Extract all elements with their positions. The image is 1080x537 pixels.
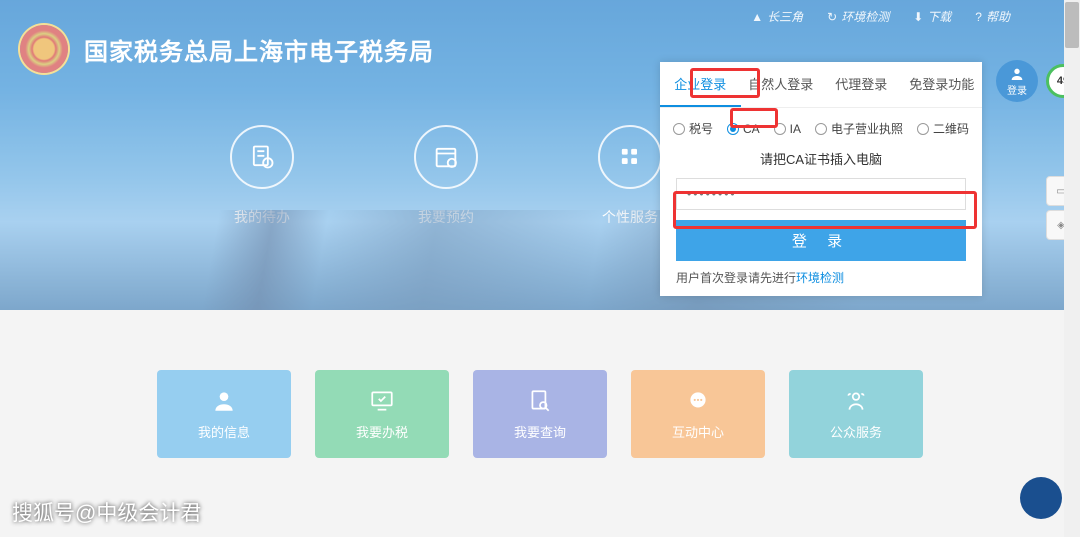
first-login-tip: 用户首次登录请先进行环境检测 [660, 261, 982, 286]
card-myinfo[interactable]: 我的信息 [157, 370, 291, 458]
top-links: ▲ 长三角 ↻ 环境检测 ⬇ 下载 ? 帮助 [751, 8, 1010, 25]
radio-ca[interactable]: CA [727, 120, 760, 137]
user-icon [1009, 66, 1025, 82]
env-check-link[interactable]: 环境检测 [796, 271, 844, 285]
chat-bubble-icon[interactable] [1020, 477, 1062, 519]
calendar-icon [432, 143, 460, 171]
login-panel: 企业登录 自然人登录 代理登录 免登录功能 税号 CA IA 电子营业执照 二维… [660, 62, 982, 296]
monitor-icon [369, 388, 395, 414]
card-interact[interactable]: 互动中心 [631, 370, 765, 458]
link-env[interactable]: ↻ 环境检测 [827, 8, 889, 25]
link-help[interactable]: ? 帮助 [975, 8, 1010, 25]
doc-search-icon [527, 388, 553, 414]
radio-ia[interactable]: IA [774, 120, 801, 137]
password-input[interactable] [676, 178, 966, 210]
user-login-badge[interactable]: 登录 [996, 60, 1038, 102]
grid-icon [616, 143, 644, 171]
ca-hint: 请把CA证书插入电脑 [660, 145, 982, 178]
link-csj[interactable]: ▲ 长三角 [751, 8, 803, 25]
card-dotax[interactable]: 我要办税 [315, 370, 449, 458]
service-icon [843, 388, 869, 414]
scroll-thumb[interactable] [1065, 2, 1079, 48]
tab-enterprise[interactable]: 企业登录 [660, 62, 741, 107]
tab-nologin[interactable]: 免登录功能 [902, 62, 983, 107]
watermark: 搜狐号@中级会计君 [12, 497, 201, 527]
person-icon [211, 388, 237, 414]
radio-elicense[interactable]: 电子营业执照 [815, 120, 903, 137]
card-query[interactable]: 我要查询 [473, 370, 607, 458]
login-method-radios: 税号 CA IA 电子营业执照 二维码 [660, 108, 982, 145]
login-button[interactable]: 登 录 [676, 220, 966, 261]
todo-icon [248, 143, 276, 171]
radio-taxid[interactable]: 税号 [673, 120, 713, 137]
radio-qr[interactable]: 二维码 [917, 120, 969, 137]
chat-icon [685, 388, 711, 414]
tab-person[interactable]: 自然人登录 [741, 62, 822, 107]
site-title: 国家税务总局上海市电子税务局 [84, 32, 434, 67]
login-tabs: 企业登录 自然人登录 代理登录 免登录功能 [660, 62, 982, 108]
scrollbar[interactable] [1064, 0, 1080, 537]
tax-emblem-icon [20, 25, 68, 73]
card-public[interactable]: 公众服务 [789, 370, 923, 458]
link-download[interactable]: ⬇ 下载 [913, 8, 951, 25]
tab-agent[interactable]: 代理登录 [821, 62, 902, 107]
